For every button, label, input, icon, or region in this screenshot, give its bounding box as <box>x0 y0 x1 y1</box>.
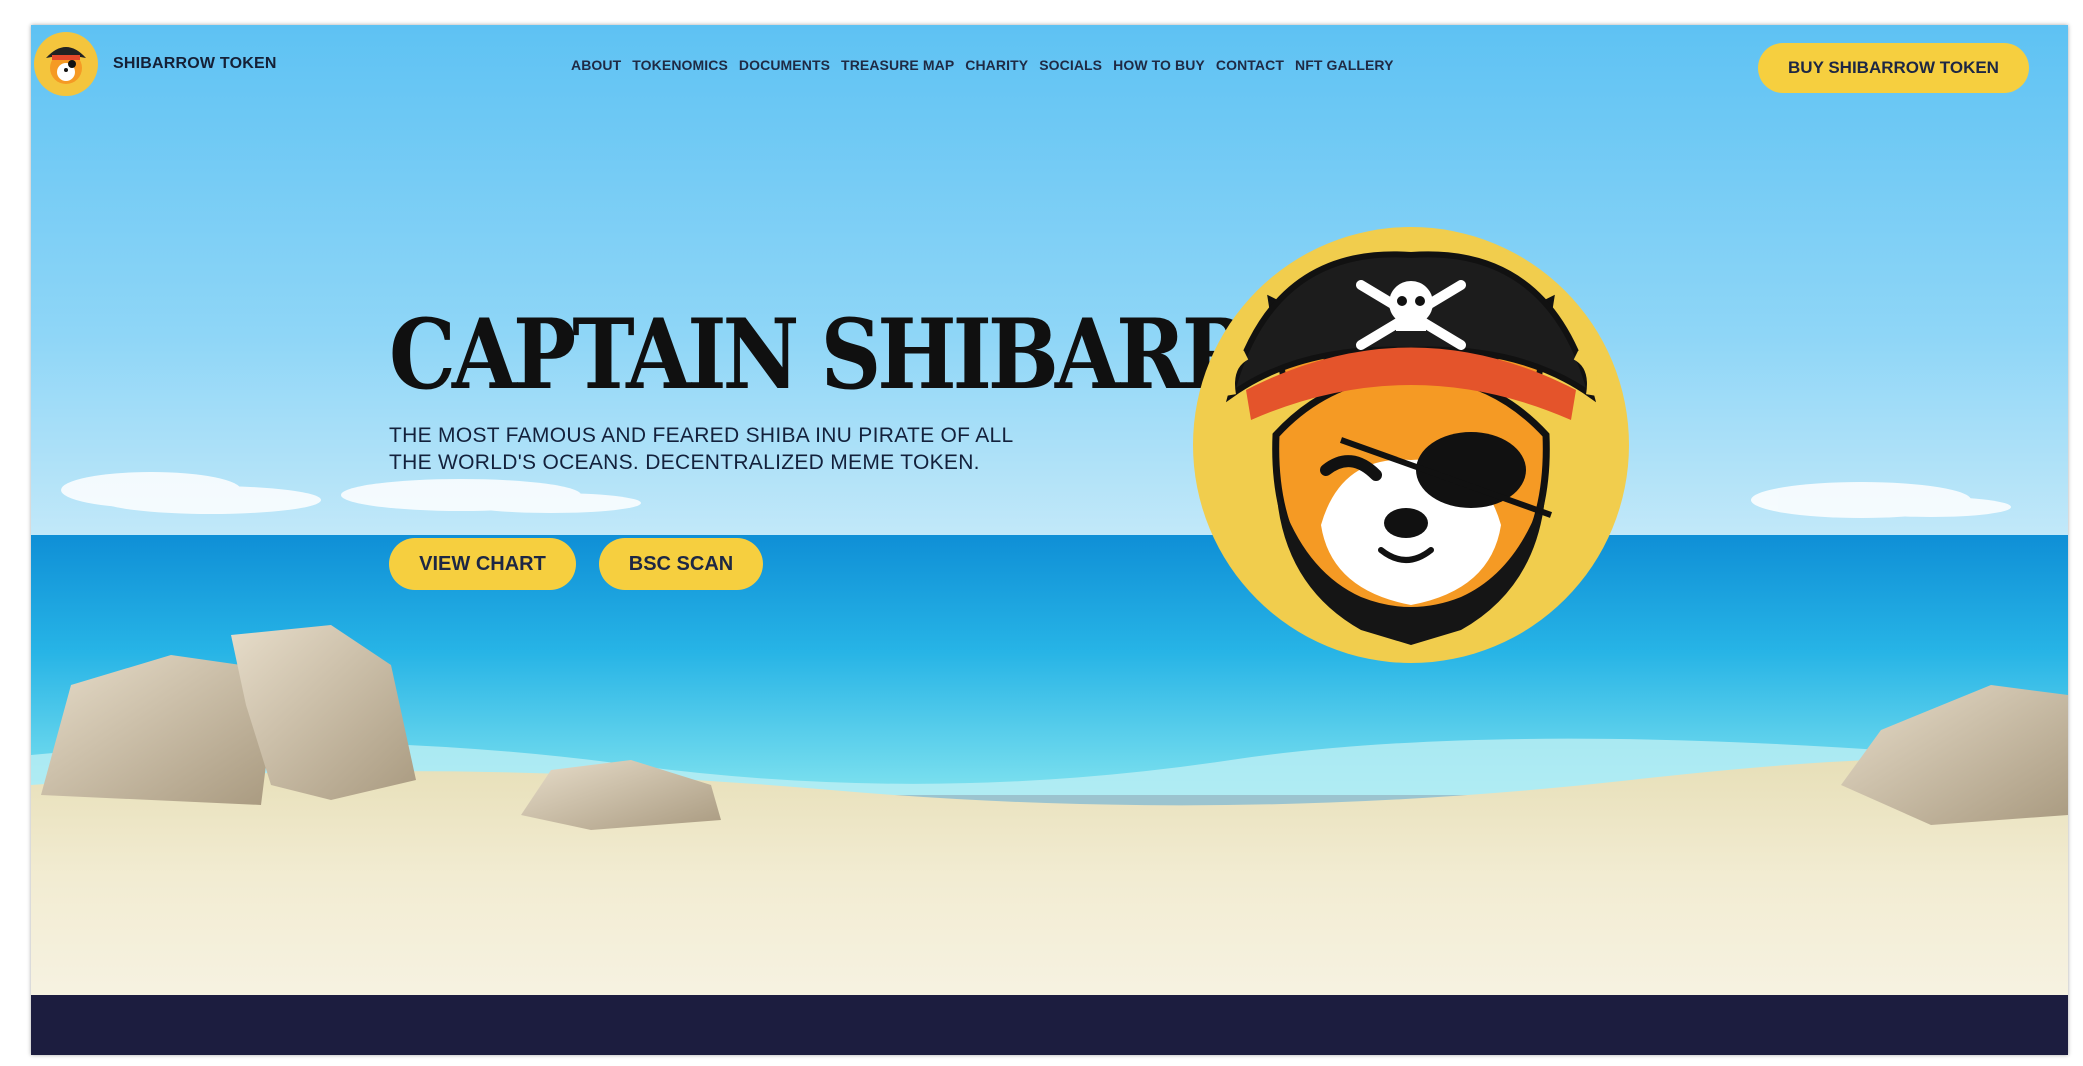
bsc-scan-button[interactable]: BSC SCAN <box>599 538 763 590</box>
nav-link-treasure-map[interactable]: TREASURE MAP <box>841 57 954 73</box>
nav-link-about[interactable]: ABOUT <box>571 57 621 73</box>
page-frame: SHIBARROW TOKEN ABOUT TOKENOMICS DOCUMEN… <box>31 25 2068 1055</box>
pirate-shiba-logo-icon[interactable] <box>34 32 98 96</box>
nav-link-documents[interactable]: DOCUMENTS <box>739 57 830 73</box>
nav-link-charity[interactable]: CHARITY <box>965 57 1028 73</box>
hero-subtitle-line-2: THE WORLD'S OCEANS. DECENTRALIZED MEME T… <box>389 451 980 474</box>
buy-token-button[interactable]: BUY SHIBARROW TOKEN <box>1758 43 2029 93</box>
nav-links: ABOUT TOKENOMICS DOCUMENTS TREASURE MAP … <box>571 57 1394 73</box>
nav-link-socials[interactable]: SOCIALS <box>1039 57 1102 73</box>
nav-link-contact[interactable]: CONTACT <box>1216 57 1284 73</box>
nav-link-tokenomics[interactable]: TOKENOMICS <box>632 57 728 73</box>
beach-background <box>31 25 2068 995</box>
footer-strip <box>31 995 2068 1055</box>
hero-subtitle: THE MOST FAMOUS AND FEARED SHIBA INU PIR… <box>389 422 1149 476</box>
pirate-shiba-icon <box>1193 227 1629 663</box>
nav-link-how-to-buy[interactable]: HOW TO BUY <box>1113 57 1205 73</box>
top-nav: SHIBARROW TOKEN ABOUT TOKENOMICS DOCUMEN… <box>31 25 2068 105</box>
hero-subtitle-line-1: THE MOST FAMOUS AND FEARED SHIBA INU PIR… <box>389 424 1014 447</box>
view-chart-button[interactable]: VIEW CHART <box>389 538 576 590</box>
nav-link-nft-gallery[interactable]: NFT GALLERY <box>1295 57 1394 73</box>
brand-name[interactable]: SHIBARROW TOKEN <box>113 55 277 73</box>
